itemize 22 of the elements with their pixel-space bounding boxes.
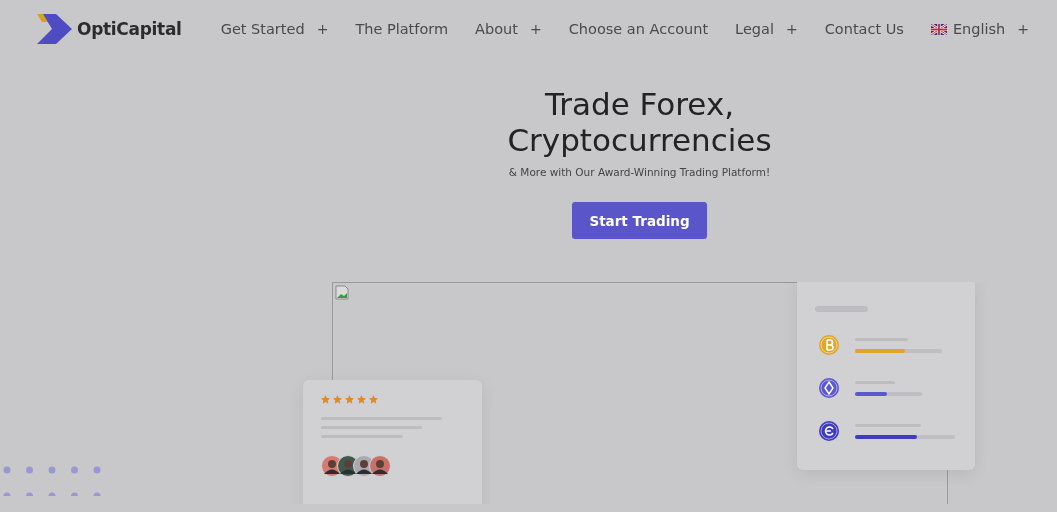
star-icon xyxy=(369,395,378,404)
nav-link[interactable]: The Platform xyxy=(355,21,449,37)
nav-link[interactable]: Get Started + xyxy=(220,21,329,37)
nav-link[interactable]: English + xyxy=(930,21,1029,37)
nav-link[interactable]: Legal + xyxy=(735,21,798,37)
nav-link[interactable]: About + xyxy=(475,21,542,37)
flag-icon xyxy=(930,23,947,35)
star-icon xyxy=(357,395,366,404)
hero-title: Trade Forex, xyxy=(544,86,735,122)
logo-icon xyxy=(37,14,73,44)
nav-link[interactable]: Choose an Account xyxy=(568,21,709,37)
progress-bar xyxy=(855,391,922,396)
star-icon xyxy=(321,395,330,404)
brand-name: OptiCapital xyxy=(77,19,182,39)
hero-title: Cryptocurrencies xyxy=(507,122,772,158)
start-trading-button[interactable]: Start Trading xyxy=(572,202,707,239)
avatar-icon xyxy=(369,455,391,477)
hero-subtitle: & More with Our Award-Winning Trading Platform! xyxy=(508,166,771,178)
star-icon xyxy=(345,395,354,404)
broken-image-icon xyxy=(335,285,349,300)
nav-link[interactable]: Contact Us xyxy=(824,21,904,37)
star-icon xyxy=(333,395,342,404)
